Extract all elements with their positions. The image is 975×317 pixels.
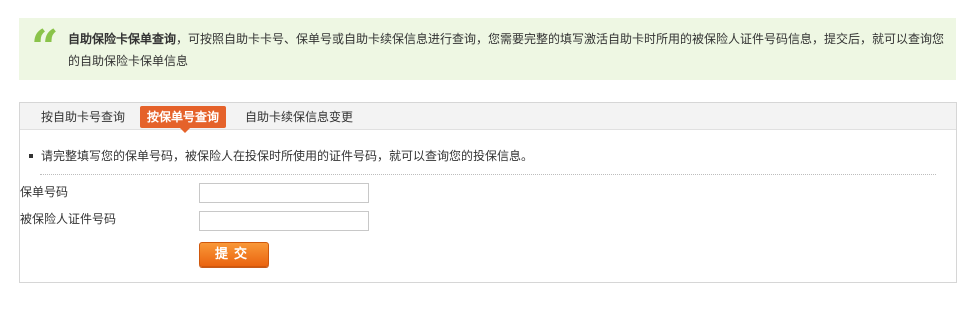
tab-policy-number-query[interactable]: 按保单号查询: [140, 106, 227, 133]
tab-bar: 按自助卡号查询 按保单号查询 自助卡续保信息变更: [20, 103, 956, 133]
insured-id-number-input[interactable]: [199, 211, 369, 231]
active-tab-caret-icon: [180, 128, 190, 133]
policy-number-label: 保单号码: [20, 185, 69, 199]
insured-id-number-label: 被保险人证件号码: [20, 212, 117, 226]
info-notice: “ 自助保险卡保单查询，可按照自助卡卡号、保单号或自助卡续保信息进行查询，您需要…: [19, 18, 956, 80]
notice-body: ，可按照自助卡卡号、保单号或自助卡续保信息进行查询，您需要完整的填写激活自助卡时…: [68, 32, 945, 68]
bullet-icon: [29, 153, 33, 158]
quote-icon: “: [31, 20, 59, 76]
submit-button[interactable]: 提交: [199, 242, 269, 267]
notice-title: 自助保险卡保单查询: [68, 32, 177, 46]
tab-renewal-info-change[interactable]: 自助卡续保信息变更: [243, 107, 355, 127]
policy-number-input[interactable]: [199, 183, 369, 203]
query-panel: 按自助卡号查询 按保单号查询 自助卡续保信息变更 请完整填写您的保单号码，被保险…: [19, 102, 957, 283]
hint-text: 请完整填写您的保单号码，被保险人在投保时所使用的证件号码，就可以查询您的投保信息…: [41, 149, 534, 163]
dotted-divider: [40, 174, 936, 175]
insured-id-label-box: 被保险人证件号码: [20, 210, 187, 232]
policy-number-label-box: 保单号码: [20, 183, 187, 205]
notice-text: 自助保险卡保单查询，可按照自助卡卡号、保单号或自助卡续保信息进行查询，您需要完整…: [68, 28, 948, 72]
tab-card-number-query[interactable]: 按自助卡号查询: [39, 107, 127, 127]
instruction-hint: 请完整填写您的保单号码，被保险人在投保时所使用的证件号码，就可以查询您的投保信息…: [29, 147, 533, 165]
tab-policy-number-label: 按保单号查询: [147, 110, 220, 124]
